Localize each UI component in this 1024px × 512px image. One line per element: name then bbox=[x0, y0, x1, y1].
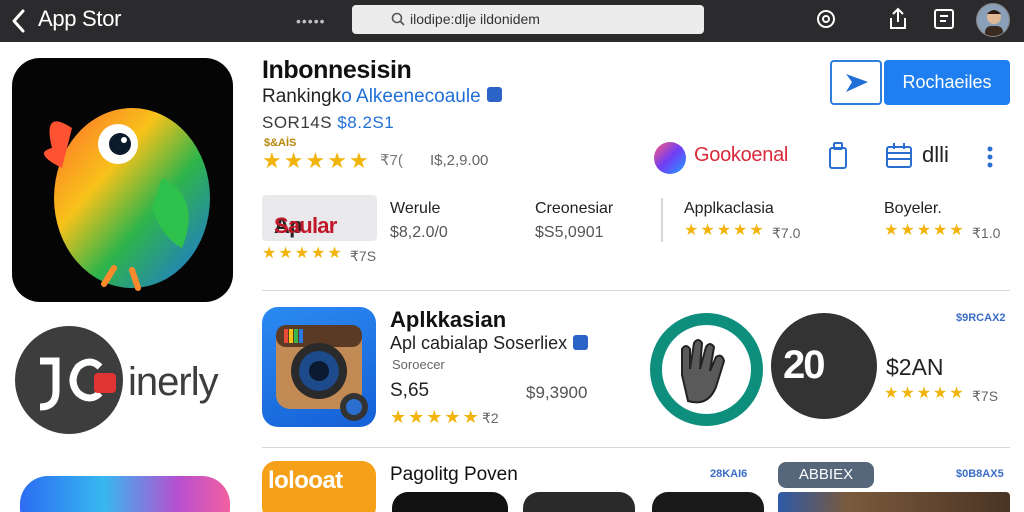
rating-count: ₹2 bbox=[482, 410, 499, 426]
app-thumbnail[interactable] bbox=[523, 492, 635, 512]
rating-stars: ★ ★ ★ ★ ★ bbox=[884, 385, 964, 402]
rating-count: ₹7S bbox=[350, 248, 377, 264]
developer-plain: Rankingk bbox=[262, 86, 342, 107]
app-developer: Rankingko Alkeenecoaule bbox=[262, 86, 502, 108]
app-developer: Apl cabialap Soserliex bbox=[390, 333, 589, 354]
small-caption: Soroecer bbox=[392, 357, 445, 372]
brand-name[interactable]: Gookoenal bbox=[694, 144, 788, 167]
app-title[interactable]: Applkaclasia bbox=[684, 200, 774, 218]
reader-icon[interactable] bbox=[932, 6, 956, 32]
tag-label: 28KAI6 bbox=[710, 468, 748, 480]
section-divider bbox=[262, 447, 1010, 448]
verified-badge-icon bbox=[573, 334, 589, 350]
app-title[interactable]: Werule bbox=[390, 200, 440, 218]
app-title[interactable]: Boyeler. bbox=[884, 200, 942, 218]
star-icon: ★ bbox=[262, 148, 282, 173]
tile-rest-text: Saular bbox=[274, 213, 337, 238]
price-line: SOR14S $8.2S1 bbox=[262, 113, 394, 133]
star-icon: ★ bbox=[327, 148, 347, 173]
extra-price: I$,2,9.00 bbox=[430, 152, 489, 169]
app-name: Aplkkasian bbox=[390, 307, 507, 332]
more-options-icon[interactable] bbox=[984, 142, 996, 172]
rating-count: ₹7( bbox=[380, 152, 403, 169]
clipboard-icon[interactable] bbox=[824, 140, 852, 170]
hand-app-icon[interactable] bbox=[650, 313, 763, 426]
app-thumbnail[interactable] bbox=[392, 492, 508, 512]
back-chevron-icon[interactable] bbox=[10, 8, 28, 34]
tag-label: $0B8AX5 bbox=[956, 468, 1004, 480]
star-icon: ★ bbox=[305, 148, 326, 173]
tabs-dots-icon[interactable]: ••••• bbox=[296, 13, 326, 29]
section-divider bbox=[262, 290, 1010, 291]
rating-stars: ★ ★ ★ ★ ★ bbox=[262, 150, 369, 172]
parrot-app-icon[interactable] bbox=[12, 58, 233, 302]
app-name: Inbonnesisin bbox=[262, 56, 412, 84]
share-icon[interactable] bbox=[886, 6, 910, 32]
app-price: ₹1.0 bbox=[972, 225, 1001, 241]
app-title: App Stor bbox=[38, 6, 122, 31]
circle-text: 20 bbox=[783, 343, 825, 387]
app-price-2: $9,3900 bbox=[526, 383, 588, 402]
price-value: $8.2S1 bbox=[337, 113, 395, 132]
calendar-icon[interactable] bbox=[884, 140, 914, 170]
app-price: $2AN bbox=[886, 354, 944, 380]
camera-app-icon[interactable] bbox=[262, 307, 376, 427]
app-price: ₹7.0 bbox=[772, 225, 801, 241]
tile-text: lolooat bbox=[268, 467, 343, 494]
tag-label: $9RCAX2 bbox=[956, 312, 1006, 324]
number-app-icon[interactable]: 20 bbox=[771, 313, 877, 419]
app-price: $8,2.0/0 bbox=[390, 224, 448, 241]
top-bar: App Stor ••••• ilodipe:dlje ildonidem bbox=[0, 0, 1024, 42]
rating-stars: ★ ★ ★ ★ ★ bbox=[390, 407, 479, 427]
search-icon bbox=[391, 12, 405, 26]
section-title: Pagolitg Poven bbox=[390, 464, 518, 485]
send-icon bbox=[846, 74, 868, 92]
send-button[interactable] bbox=[830, 60, 882, 105]
brand-wordmark: inerly bbox=[128, 360, 219, 404]
rating-stars: ★ ★ ★ ★ ★ bbox=[262, 245, 342, 262]
app-price: $S5,0901 bbox=[535, 224, 604, 241]
star-icon: ★ bbox=[283, 148, 304, 173]
settings-gear-icon[interactable] bbox=[814, 6, 838, 32]
star-icon: ★ bbox=[348, 148, 369, 173]
apsaular-app-icon[interactable]: Ap Saular bbox=[262, 195, 377, 241]
kolo-app-icon[interactable]: lolooat bbox=[262, 461, 376, 512]
rating-stars: ★ ★ ★ ★ ★ bbox=[884, 222, 964, 239]
gradient-app-icon[interactable] bbox=[20, 476, 230, 512]
url-text: ilodipe:dlje ildonidem bbox=[410, 11, 540, 27]
price-code: SOR14S bbox=[262, 113, 333, 132]
app-thumbnail[interactable] bbox=[652, 492, 764, 512]
avatar[interactable] bbox=[976, 3, 1010, 37]
rating-stars: ★ ★ ★ ★ ★ bbox=[684, 222, 764, 239]
jc-logo-icon[interactable] bbox=[14, 321, 124, 439]
app-title[interactable]: Creonesiar bbox=[535, 200, 613, 218]
app-price: S,65 bbox=[390, 380, 430, 401]
brand-name-2[interactable]: dlli bbox=[922, 142, 949, 168]
divider bbox=[661, 198, 663, 242]
app-thumbnail[interactable] bbox=[778, 492, 1010, 512]
verified-badge-icon bbox=[486, 87, 502, 103]
category-pill[interactable]: ABBIEX bbox=[778, 462, 874, 488]
developer-text[interactable]: Apl cabialap Soserliex bbox=[390, 333, 567, 353]
messenger-brand-icon[interactable] bbox=[654, 142, 686, 174]
get-button[interactable]: Rochaeiles bbox=[884, 60, 1010, 105]
rating-count: ₹7S bbox=[972, 388, 999, 404]
developer-link[interactable]: o Alkeenecoaule bbox=[341, 86, 480, 107]
search-input[interactable]: ilodipe:dlje ildonidem bbox=[352, 5, 704, 34]
